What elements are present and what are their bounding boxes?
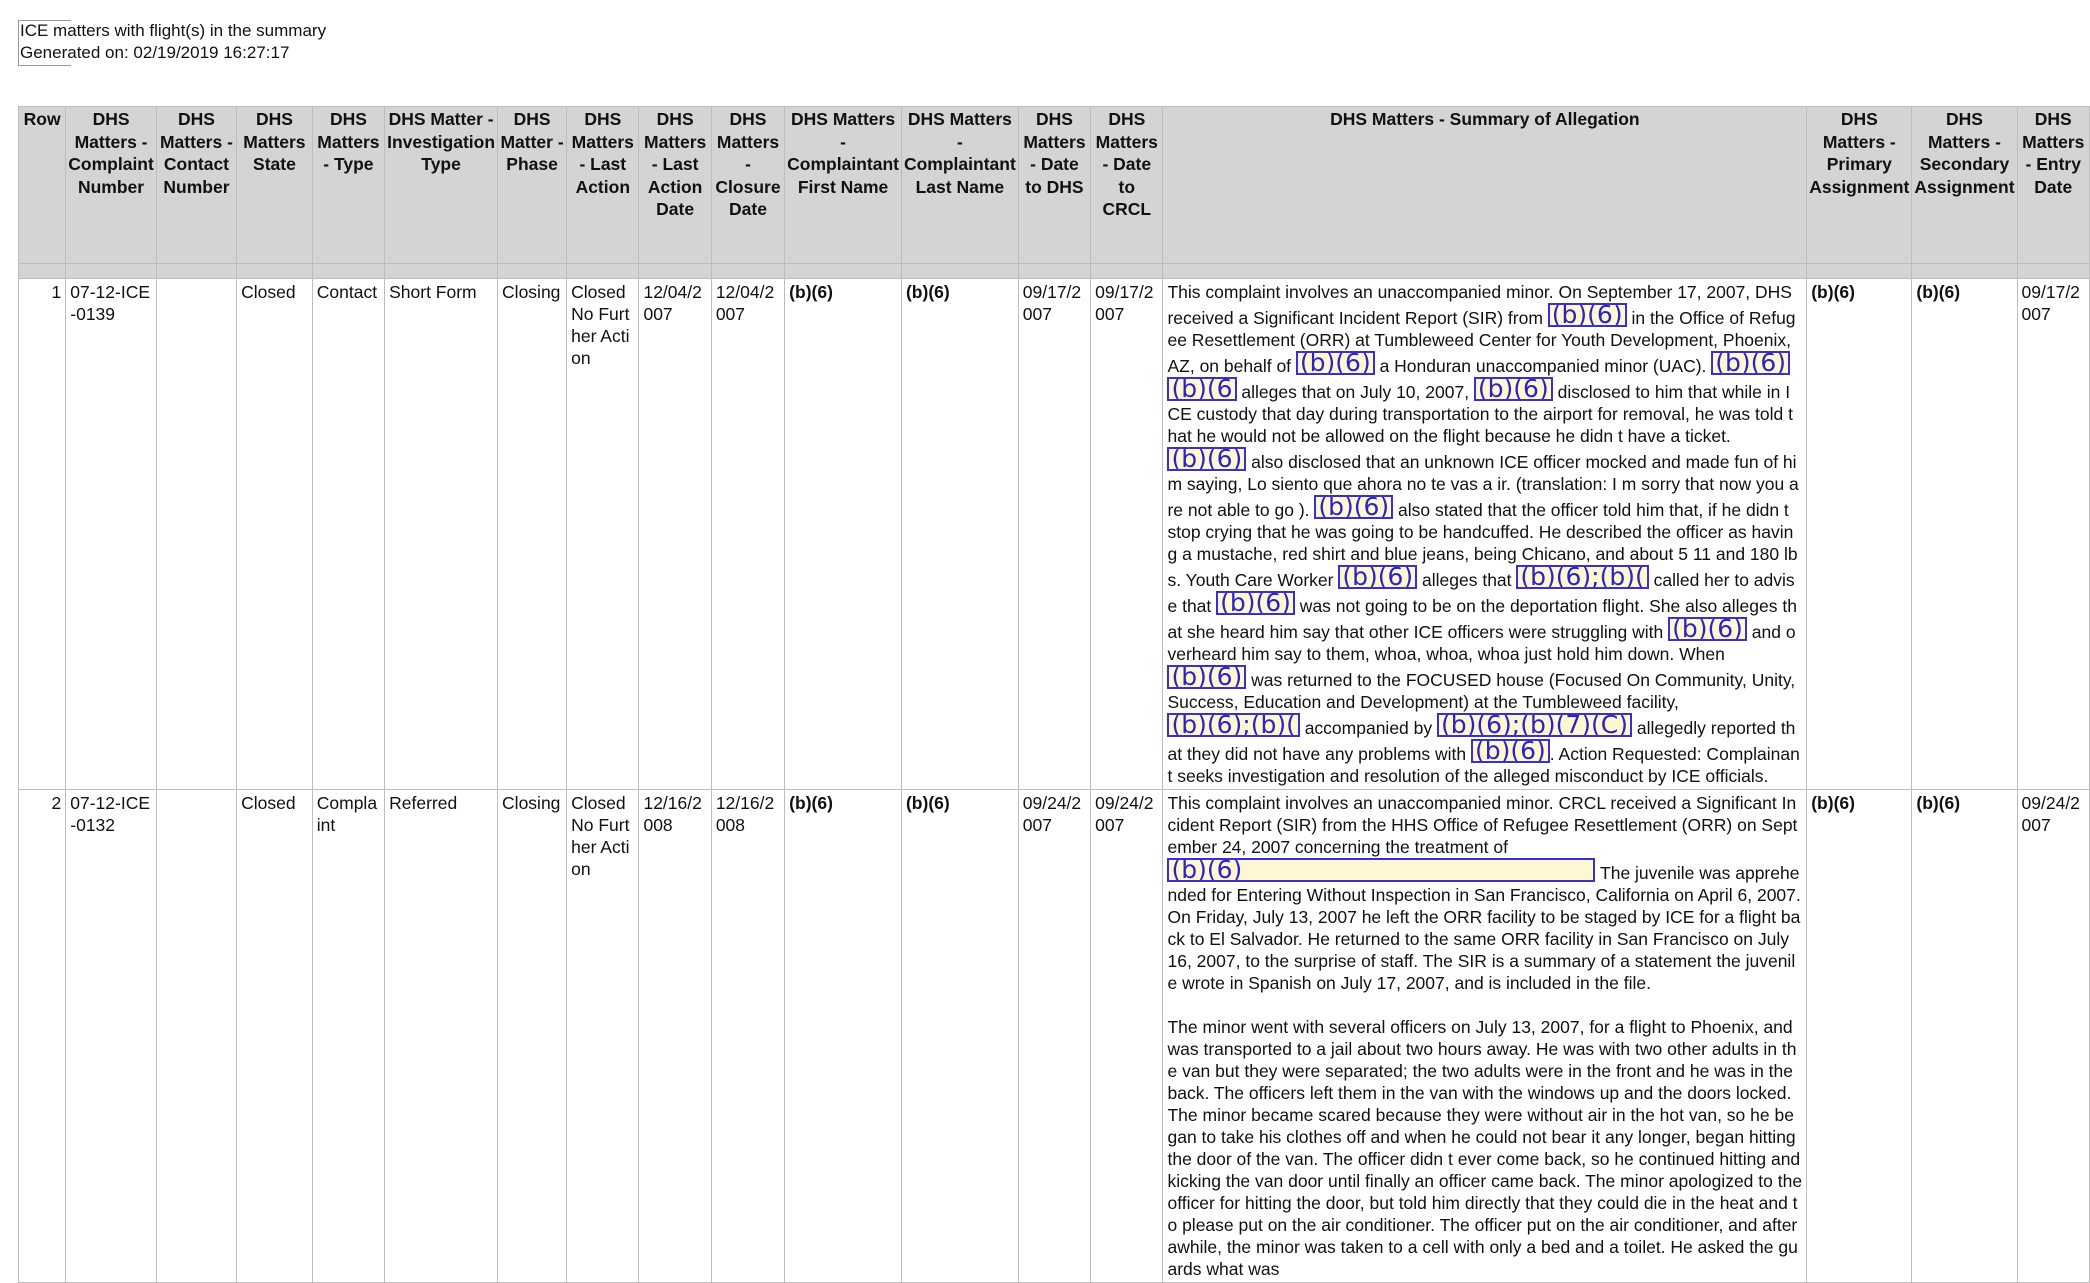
investigation-type: Referred [384, 789, 499, 1283]
complainant-first-name: (b)(6) [784, 278, 902, 790]
col-header-date-to-dhs: DHS Matters - Date to DHS [1017, 106, 1092, 264]
redaction-box: (b)(6);(b)( [1167, 713, 1300, 737]
matters-table: Row DHS Matters - Complaint Number DHS M… [17, 106, 2090, 1283]
col-header-last-name: DHS Matters - Complaintant Last Name [900, 106, 1019, 264]
date-to-dhs: 09/24/2007 [1017, 789, 1092, 1283]
complaint-number: 07-12-ICE-0132 [65, 789, 157, 1283]
row-number: 1 [17, 278, 67, 790]
date-to-crcl: 09/24/2007 [1090, 789, 1164, 1283]
redaction-box: (b)(6);(b)( [1516, 565, 1649, 589]
redaction-box: (b)(6) [1167, 858, 1596, 882]
report-header: ICE matters with flight(s) in the summar… [18, 20, 326, 66]
table-header-row: Row DHS Matters - Complaint Number DHS M… [17, 106, 2090, 264]
contact-number [155, 789, 238, 1283]
redaction-box: (b)(6) [1216, 591, 1295, 615]
date-to-dhs: 09/17/2007 [1017, 278, 1092, 790]
entry-date: 09/24/2007 [2016, 789, 2090, 1283]
primary-assignment: (b)(6) [1806, 278, 1913, 790]
last-action-date: 12/04/2007 [638, 278, 712, 790]
redaction-box: (b)(6) [1295, 351, 1375, 375]
closure-date: 12/16/2008 [710, 789, 786, 1283]
matter-state: Closed [236, 789, 313, 1283]
complainant-last-name: (b)(6) [900, 789, 1019, 1283]
date-to-crcl: 09/17/2007 [1090, 278, 1164, 790]
investigation-type: Short Form [384, 278, 499, 790]
col-header-investigation-type: DHS Matter - Investigation Type [384, 106, 499, 264]
col-header-primary-assignment: DHS Matters - Primary Assignment [1806, 106, 1913, 264]
col-header-closure-date: DHS Matters - Closure Date [710, 106, 786, 264]
redaction-box: (b)(6);(b)(7)(C) [1437, 713, 1632, 737]
redaction-box: (b)(6) [1711, 351, 1791, 375]
row-number: 2 [17, 789, 67, 1283]
last-action: Closed No Further Action [566, 789, 640, 1283]
complaint-number: 07-12-ICE-0139 [65, 278, 157, 790]
last-action: Closed No Further Action [566, 278, 640, 790]
table-row: 1 07-12-ICE-0139 Closed Contact Short Fo… [17, 278, 2090, 790]
secondary-assignment: (b)(6) [1911, 278, 2018, 790]
redaction-box: (b)(6) [1547, 303, 1627, 327]
col-header-secondary-assignment: DHS Matters - Secondary Assignment [1911, 106, 2018, 264]
col-header-entry-date: DHS Matters - Entry Date [2016, 106, 2090, 264]
table-row: 2 07-12-ICE-0132 Closed Complaint Referr… [17, 789, 2090, 1283]
redaction-box: (b)(6) [1471, 739, 1550, 763]
closure-date: 12/04/2007 [710, 278, 786, 790]
col-header-state: DHS Matters State [236, 106, 313, 264]
secondary-assignment: (b)(6) [1911, 789, 2018, 1283]
col-header-type: DHS Matters - Type [311, 106, 386, 264]
matter-type: Contact [311, 278, 386, 790]
col-header-first-name: DHS Matters - Complaintant First Name [784, 106, 902, 264]
col-header-contact-number: DHS Matters - Contact Number [155, 106, 238, 264]
col-header-phase: DHS Matter - Phase [497, 106, 568, 264]
col-header-last-action-date: DHS Matters - Last Action Date [638, 106, 712, 264]
summary-of-allegation: This complaint involves an unaccompanied… [1162, 789, 1808, 1283]
header-spacer-row [17, 263, 2090, 279]
col-header-complaint-number: DHS Matters - Complaint Number [65, 106, 157, 264]
complainant-first-name: (b)(6) [784, 789, 902, 1283]
contact-number [155, 278, 238, 790]
matter-phase: Closing [497, 278, 568, 790]
col-header-row: Row [17, 106, 67, 264]
matter-phase: Closing [497, 789, 568, 1283]
entry-date: 09/17/2007 [2016, 278, 2090, 790]
col-header-date-to-crcl: DHS Matters - Date to CRCL [1090, 106, 1164, 264]
redaction-box: (b)(6) [1167, 665, 1247, 689]
redaction-box: (b)(6) [1473, 377, 1553, 401]
last-action-date: 12/16/2008 [638, 789, 712, 1283]
col-header-last-action: DHS Matters - Last Action [566, 106, 640, 264]
matter-type: Complaint [311, 789, 386, 1283]
primary-assignment: (b)(6) [1806, 789, 1913, 1283]
redaction-box: (b)(6) [1338, 565, 1418, 589]
redaction-box: (b)(6 [1167, 377, 1237, 401]
complainant-last-name: (b)(6) [900, 278, 1019, 790]
col-header-summary: DHS Matters - Summary of Allegation [1162, 106, 1808, 264]
summary-text: This complaint involves an unaccompanied… [1167, 793, 1803, 1279]
summary-of-allegation: This complaint involves an unaccompanied… [1162, 278, 1808, 790]
redaction-box: (b)(6) [1167, 447, 1247, 471]
redaction-box: (b)(6) [1314, 495, 1394, 519]
summary-text: This complaint involves an unaccompanied… [1167, 282, 1800, 786]
header-frame [18, 20, 71, 66]
matter-state: Closed [236, 278, 313, 790]
redaction-box: (b)(6) [1668, 617, 1747, 641]
